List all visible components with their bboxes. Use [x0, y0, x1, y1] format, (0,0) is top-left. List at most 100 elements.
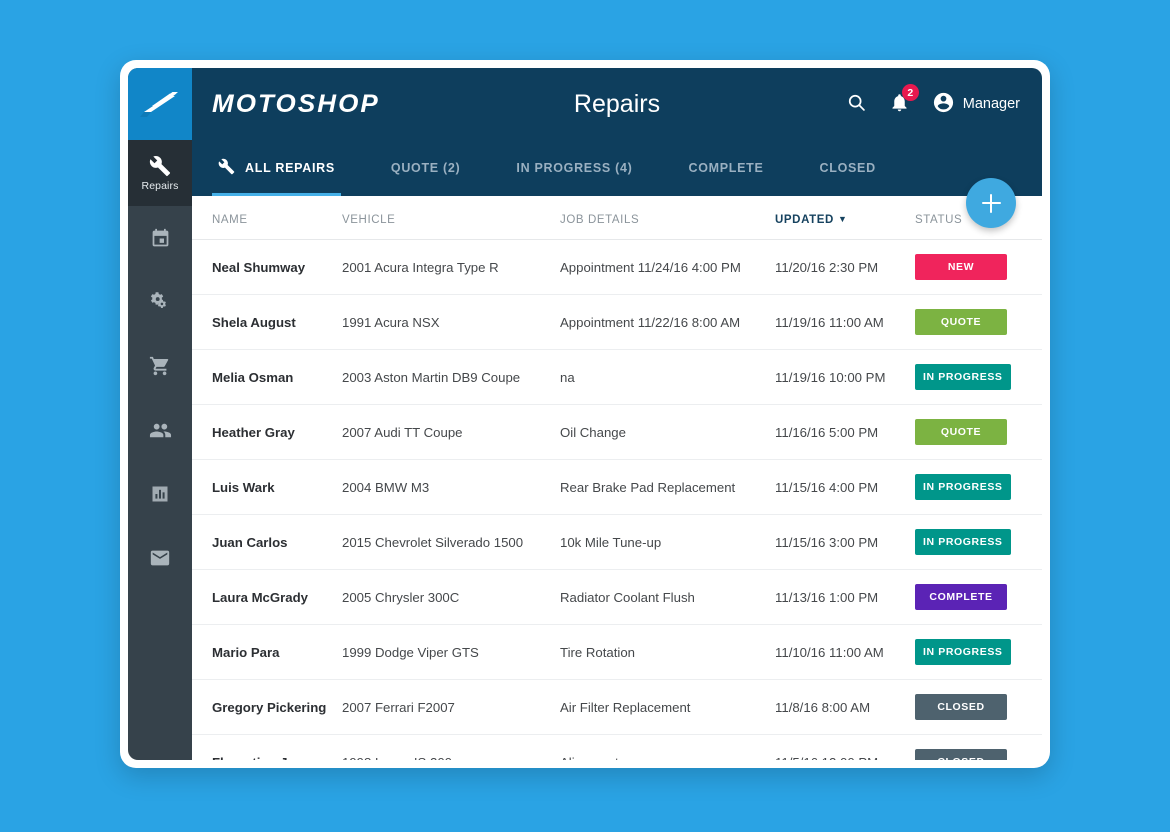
- table-row[interactable]: Heather Gray 2007 Audi TT Coupe Oil Change…: [192, 404, 1042, 460]
- cell-vehicle: 2007 Ferrari F2007: [342, 679, 560, 735]
- sidebar-item-customers[interactable]: [128, 398, 192, 462]
- cell-name: Melia Osman: [192, 349, 342, 405]
- status-badge[interactable]: NEW: [915, 254, 1007, 280]
- status-badge[interactable]: QUOTE: [915, 309, 1007, 335]
- cell-vehicle: 2015 Chevrolet Silverado 1500: [342, 514, 560, 570]
- notifications-button[interactable]: 2: [889, 84, 919, 116]
- table-header: NAME VEHICLE JOB DETAILS UPDATED ▼ STATUS: [192, 196, 1042, 240]
- mail-icon: [149, 547, 171, 569]
- status-badge[interactable]: COMPLETE: [915, 584, 1007, 610]
- add-repair-fab[interactable]: [966, 178, 1016, 228]
- sort-desc-caret-icon: ▼: [837, 214, 848, 224]
- tab-label: QUOTE (2): [390, 161, 461, 175]
- repairs-table: NAME VEHICLE JOB DETAILS UPDATED ▼ STATUS…: [192, 196, 1042, 760]
- cell-name: Luis Wark: [192, 459, 342, 515]
- status-badge[interactable]: QUOTE: [915, 419, 1007, 445]
- table-row[interactable]: Neal Shumway 2001 Acura Integra Type R App…: [192, 239, 1042, 295]
- cell-job-details: 10k Mile Tune-up: [560, 514, 775, 570]
- sidebar-item-repairs[interactable]: Repairs: [128, 140, 192, 206]
- app-window: Repairs MOTOSHOP Repairs 2 Manager ALL R…: [120, 60, 1050, 768]
- cell-updated: 11/13/16 1:00 PM: [775, 569, 915, 625]
- tab-label: ALL REPAIRS: [245, 161, 335, 175]
- search-button[interactable]: [846, 92, 867, 116]
- cell-status: IN PROGRESS: [915, 514, 1042, 570]
- tab-label: CLOSED: [819, 161, 876, 175]
- cell-job-details: Radiator Coolant Flush: [560, 569, 775, 625]
- cell-status: QUOTE: [915, 294, 1042, 350]
- table-row[interactable]: Mario Para 1999 Dodge Viper GTS Tire Rotat…: [192, 624, 1042, 680]
- cell-updated: 11/10/16 11:00 AM: [775, 624, 915, 680]
- cell-status: IN PROGRESS: [915, 459, 1042, 515]
- cell-job-details: na: [560, 349, 775, 405]
- cell-updated: 11/19/16 10:00 PM: [775, 349, 915, 405]
- logo-tile[interactable]: [128, 68, 192, 140]
- cell-status: CLOSED: [915, 734, 1042, 760]
- app-shell: Repairs MOTOSHOP Repairs 2 Manager ALL R…: [128, 68, 1042, 760]
- column-header-vehicle[interactable]: VEHICLE: [342, 196, 560, 240]
- sidebar: Repairs: [128, 68, 192, 760]
- status-badge[interactable]: IN PROGRESS: [915, 364, 1011, 390]
- table-row[interactable]: Shela August 1991 Acura NSX Appointment 11…: [192, 294, 1042, 350]
- top-bar-actions: 2 Manager: [846, 84, 1020, 118]
- table-header-row: NAME VEHICLE JOB DETAILS UPDATED ▼ STATUS: [192, 196, 1042, 240]
- tab-closed[interactable]: CLOSED: [814, 140, 882, 196]
- status-badge[interactable]: CLOSED: [915, 694, 1007, 720]
- table-body: Neal Shumway 2001 Acura Integra Type R App…: [192, 239, 1042, 760]
- gears-icon: [149, 291, 171, 313]
- user-menu[interactable]: Manager: [932, 91, 1020, 118]
- table-row[interactable]: Florentino Jonson1998 Lexus IS 200Alignm…: [192, 734, 1042, 760]
- cell-updated: 11/5/16 12:00 PM: [775, 734, 915, 760]
- table-row[interactable]: Gregory Pickering 2007 Ferrari F2007 Air F…: [192, 679, 1042, 735]
- column-header-name[interactable]: NAME: [192, 196, 342, 240]
- cell-updated: 11/15/16 4:00 PM: [775, 459, 915, 515]
- column-header-updated[interactable]: UPDATED ▼: [775, 196, 915, 240]
- user-name: Manager: [962, 96, 1020, 112]
- notifications-badge: 2: [901, 84, 919, 101]
- main-column: MOTOSHOP Repairs 2 Manager ALL REPAIRS Q…: [192, 68, 1042, 760]
- status-badge[interactable]: IN PROGRESS: [915, 639, 1011, 665]
- sidebar-item-calendar[interactable]: [128, 206, 192, 270]
- cell-job-details: Air Filter Replacement: [560, 679, 775, 735]
- wrench-icon: [149, 155, 171, 177]
- brand-wordmark: MOTOSHOP: [212, 89, 380, 118]
- table-row[interactable]: Melia Osman 2003 Aston Martin DB9 Coupe na…: [192, 349, 1042, 405]
- search-icon: [846, 92, 867, 116]
- cell-updated: 11/15/16 3:00 PM: [775, 514, 915, 570]
- cell-status: QUOTE: [915, 404, 1042, 460]
- status-badge[interactable]: IN PROGRESS: [915, 474, 1011, 500]
- cell-status: CLOSED: [915, 679, 1042, 735]
- tab-in-progress[interactable]: IN PROGRESS (4): [510, 140, 638, 196]
- people-icon: [149, 419, 172, 442]
- sidebar-item-mail[interactable]: [128, 526, 192, 590]
- table-row[interactable]: Laura McGrady 2005 Chrysler 300C Radiator …: [192, 569, 1042, 625]
- cell-updated: 11/16/16 5:00 PM: [775, 404, 915, 460]
- cell-vehicle: 2001 Acura Integra Type R: [342, 239, 560, 295]
- cell-vehicle: 1991 Acura NSX: [342, 294, 560, 350]
- cell-vehicle: 2004 BMW M3: [342, 459, 560, 515]
- cell-vehicle: 2005 Chrysler 300C: [342, 569, 560, 625]
- cart-icon: [149, 355, 171, 377]
- status-badge[interactable]: CLOSED: [915, 749, 1007, 760]
- sidebar-item-cart[interactable]: [128, 334, 192, 398]
- cell-status: COMPLETE: [915, 569, 1042, 625]
- cell-job-details: Rear Brake Pad Replacement: [560, 459, 775, 515]
- column-header-job[interactable]: JOB DETAILS: [560, 196, 775, 240]
- tab-bar: ALL REPAIRS QUOTE (2) IN PROGRESS (4) CO…: [192, 140, 1042, 196]
- tab-quote[interactable]: QUOTE (2): [385, 140, 467, 196]
- table-row[interactable]: Juan Carlos 2015 Chevrolet Silverado 1500…: [192, 514, 1042, 570]
- cell-name: Neal Shumway: [192, 239, 342, 295]
- cell-job-details: Oil Change: [560, 404, 775, 460]
- column-header-updated-label: UPDATED: [775, 214, 834, 226]
- table-row[interactable]: Luis Wark 2004 BMW M3 Rear Brake Pad Repla…: [192, 459, 1042, 515]
- status-badge[interactable]: IN PROGRESS: [915, 529, 1011, 555]
- tab-all-repairs[interactable]: ALL REPAIRS: [212, 140, 341, 196]
- tab-label: IN PROGRESS (4): [516, 161, 633, 175]
- sidebar-item-settings[interactable]: [128, 270, 192, 334]
- tab-complete[interactable]: COMPLETE: [682, 140, 769, 196]
- repairs-table-container: NAME VEHICLE JOB DETAILS UPDATED ▼ STATUS…: [192, 196, 1042, 760]
- sidebar-item-reports[interactable]: [128, 462, 192, 526]
- cell-updated: 11/8/16 8:00 AM: [775, 679, 915, 735]
- cell-name: Gregory Pickering: [192, 679, 342, 735]
- cell-vehicle: 2003 Aston Martin DB9 Coupe: [342, 349, 560, 405]
